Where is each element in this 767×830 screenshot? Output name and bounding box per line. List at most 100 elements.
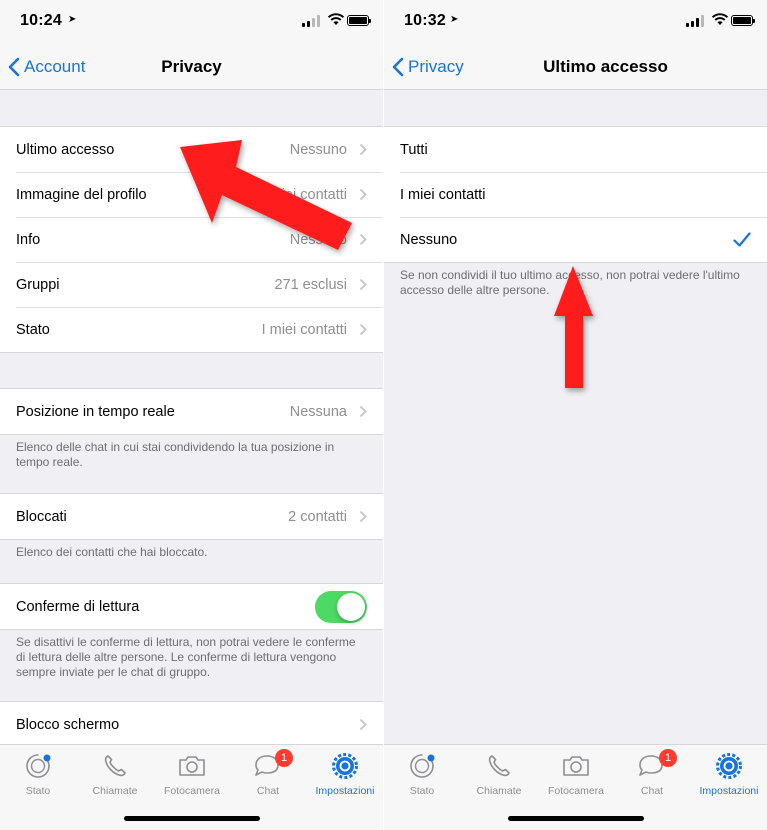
status-bar: 10:32 ➤ [384, 0, 767, 44]
live-location-footnote: Elenco delle chat in cui stai condividen… [16, 440, 335, 469]
row-blocked[interactable]: Bloccati 2 contatti [0, 494, 383, 539]
tab-impostazioni[interactable]: Impostazioni [310, 749, 380, 797]
last-seen-options: Tutti I miei contatti Nessuno [384, 126, 767, 263]
row-value: Nessuna [289, 403, 347, 420]
live-location-group: Posizione in tempo reale Nessuna [0, 388, 383, 435]
wifi-icon [711, 13, 729, 25]
battery-icon [731, 15, 755, 26]
tab-fotocamera[interactable]: Fotocamera [157, 749, 227, 797]
tab-chiamate[interactable]: Chiamate [80, 749, 150, 797]
chevron-right-icon [359, 510, 367, 523]
nav-bar: Privacy Ultimo accesso [384, 44, 767, 90]
blocked-footnote: Elenco dei contatti che hai bloccato. [16, 545, 208, 559]
row-label: Immagine del profilo [16, 186, 147, 203]
phone-icon [488, 755, 510, 777]
page-title: Privacy [161, 57, 222, 76]
row-label: Stato [16, 321, 50, 338]
status-time: 10:24 [20, 12, 62, 29]
checkmark-icon [733, 231, 751, 247]
location-arrow-icon: ➤ [450, 14, 459, 25]
home-indicator [508, 816, 644, 821]
tab-stato[interactable]: Stato [387, 749, 457, 797]
option-nessuno[interactable]: Nessuno [384, 217, 767, 262]
blocked-group: Bloccati 2 contatti [0, 493, 383, 540]
camera-icon [563, 756, 589, 776]
wifi-icon [327, 13, 345, 25]
row-label: Posizione in tempo reale [16, 403, 175, 420]
status-icon [26, 754, 51, 778]
row-value: 2 contatti [288, 508, 347, 525]
privacy-settings-group: Ultimo accesso Nessuno Immagine del prof… [0, 126, 383, 353]
option-label: Tutti [400, 141, 428, 158]
tab-impostazioni[interactable]: Impostazioni [694, 749, 764, 797]
chat-badge: 1 [275, 749, 293, 767]
row-screen-lock[interactable]: Blocco schermo [0, 702, 383, 747]
option-label: Nessuno [400, 231, 458, 248]
chevron-right-icon [359, 405, 367, 418]
tab-chat[interactable]: 1 Chat [617, 749, 687, 797]
chevron-right-icon [359, 233, 367, 246]
row-label: Gruppi [16, 276, 60, 293]
cellular-signal-icon [302, 15, 320, 27]
row-value: Nessuno [289, 231, 347, 248]
read-receipts-footnote: Se disattivi le conferme di lettura, non… [16, 635, 356, 679]
tab-label: Stato [409, 785, 435, 797]
row-value: Nessuno [289, 141, 347, 158]
chevron-right-icon [359, 278, 367, 291]
option-label: I miei contatti [400, 186, 486, 203]
chevron-left-icon [392, 57, 404, 77]
row-value: 271 esclusi [274, 276, 347, 293]
location-arrow-icon: ➤ [68, 14, 77, 25]
tab-label: Fotocamera [163, 785, 221, 797]
last-seen-screen: 10:32 ➤ Privacy Ultimo accesso Tutti I m… [384, 0, 767, 830]
nav-bar: Account Privacy [0, 44, 383, 90]
privacy-screen: 10:24 ➤ Account Privacy Ultimo accesso N… [0, 0, 383, 830]
status-time: 10:32 [404, 12, 446, 29]
option-i-miei-contatti[interactable]: I miei contatti [384, 172, 767, 217]
screen-lock-group: Blocco schermo [0, 701, 383, 748]
settings-gear-icon [332, 753, 358, 779]
last-seen-footnote: Se non condividi il tuo ultimo accesso, … [400, 268, 740, 297]
chevron-right-icon [359, 143, 367, 156]
row-profile-photo[interactable]: Immagine del profilo I miei contatti [0, 172, 383, 217]
chevron-right-icon [359, 188, 367, 201]
option-tutti[interactable]: Tutti [384, 127, 767, 172]
read-receipts-group: Conferme di lettura [0, 583, 383, 630]
status-icon [410, 754, 435, 778]
row-label: Ultimo accesso [16, 141, 115, 158]
tab-chat[interactable]: 1 Chat [233, 749, 303, 797]
tab-label: Chiamate [92, 785, 138, 797]
tab-label: Stato [25, 785, 51, 797]
chevron-right-icon [359, 323, 367, 336]
read-receipts-toggle[interactable] [315, 590, 367, 623]
tab-label: Chiamate [476, 785, 522, 797]
row-status[interactable]: Stato I miei contatti [0, 307, 383, 352]
row-last-seen[interactable]: Ultimo accesso Nessuno [0, 127, 383, 172]
row-groups[interactable]: Gruppi 271 esclusi [0, 262, 383, 307]
row-label: Blocco schermo [16, 716, 120, 733]
phone-icon [104, 755, 126, 777]
row-live-location[interactable]: Posizione in tempo reale Nessuna [0, 389, 383, 434]
chat-badge: 1 [659, 749, 677, 767]
cellular-signal-icon [686, 15, 704, 27]
row-value: I miei contatti [261, 321, 347, 338]
tab-label: Impostazioni [699, 785, 759, 797]
toggle-knob [337, 592, 365, 621]
page-title: Ultimo accesso [543, 57, 668, 76]
row-read-receipts: Conferme di lettura [0, 584, 383, 629]
tab-stato[interactable]: Stato [3, 749, 73, 797]
row-about[interactable]: Info Nessuno [0, 217, 383, 262]
row-label: Info [16, 231, 41, 248]
tab-fotocamera[interactable]: Fotocamera [541, 749, 611, 797]
battery-icon [347, 15, 371, 26]
home-indicator [124, 816, 260, 821]
tab-chiamate[interactable]: Chiamate [464, 749, 534, 797]
settings-gear-icon [716, 753, 742, 779]
row-label: Conferme di lettura [16, 598, 140, 615]
row-value: I miei contatti [261, 186, 347, 203]
tab-label: Chat [640, 785, 664, 797]
tab-label: Chat [256, 785, 280, 797]
tab-label: Impostazioni [315, 785, 375, 797]
row-label: Bloccati [16, 508, 67, 525]
chevron-right-icon [359, 718, 367, 731]
